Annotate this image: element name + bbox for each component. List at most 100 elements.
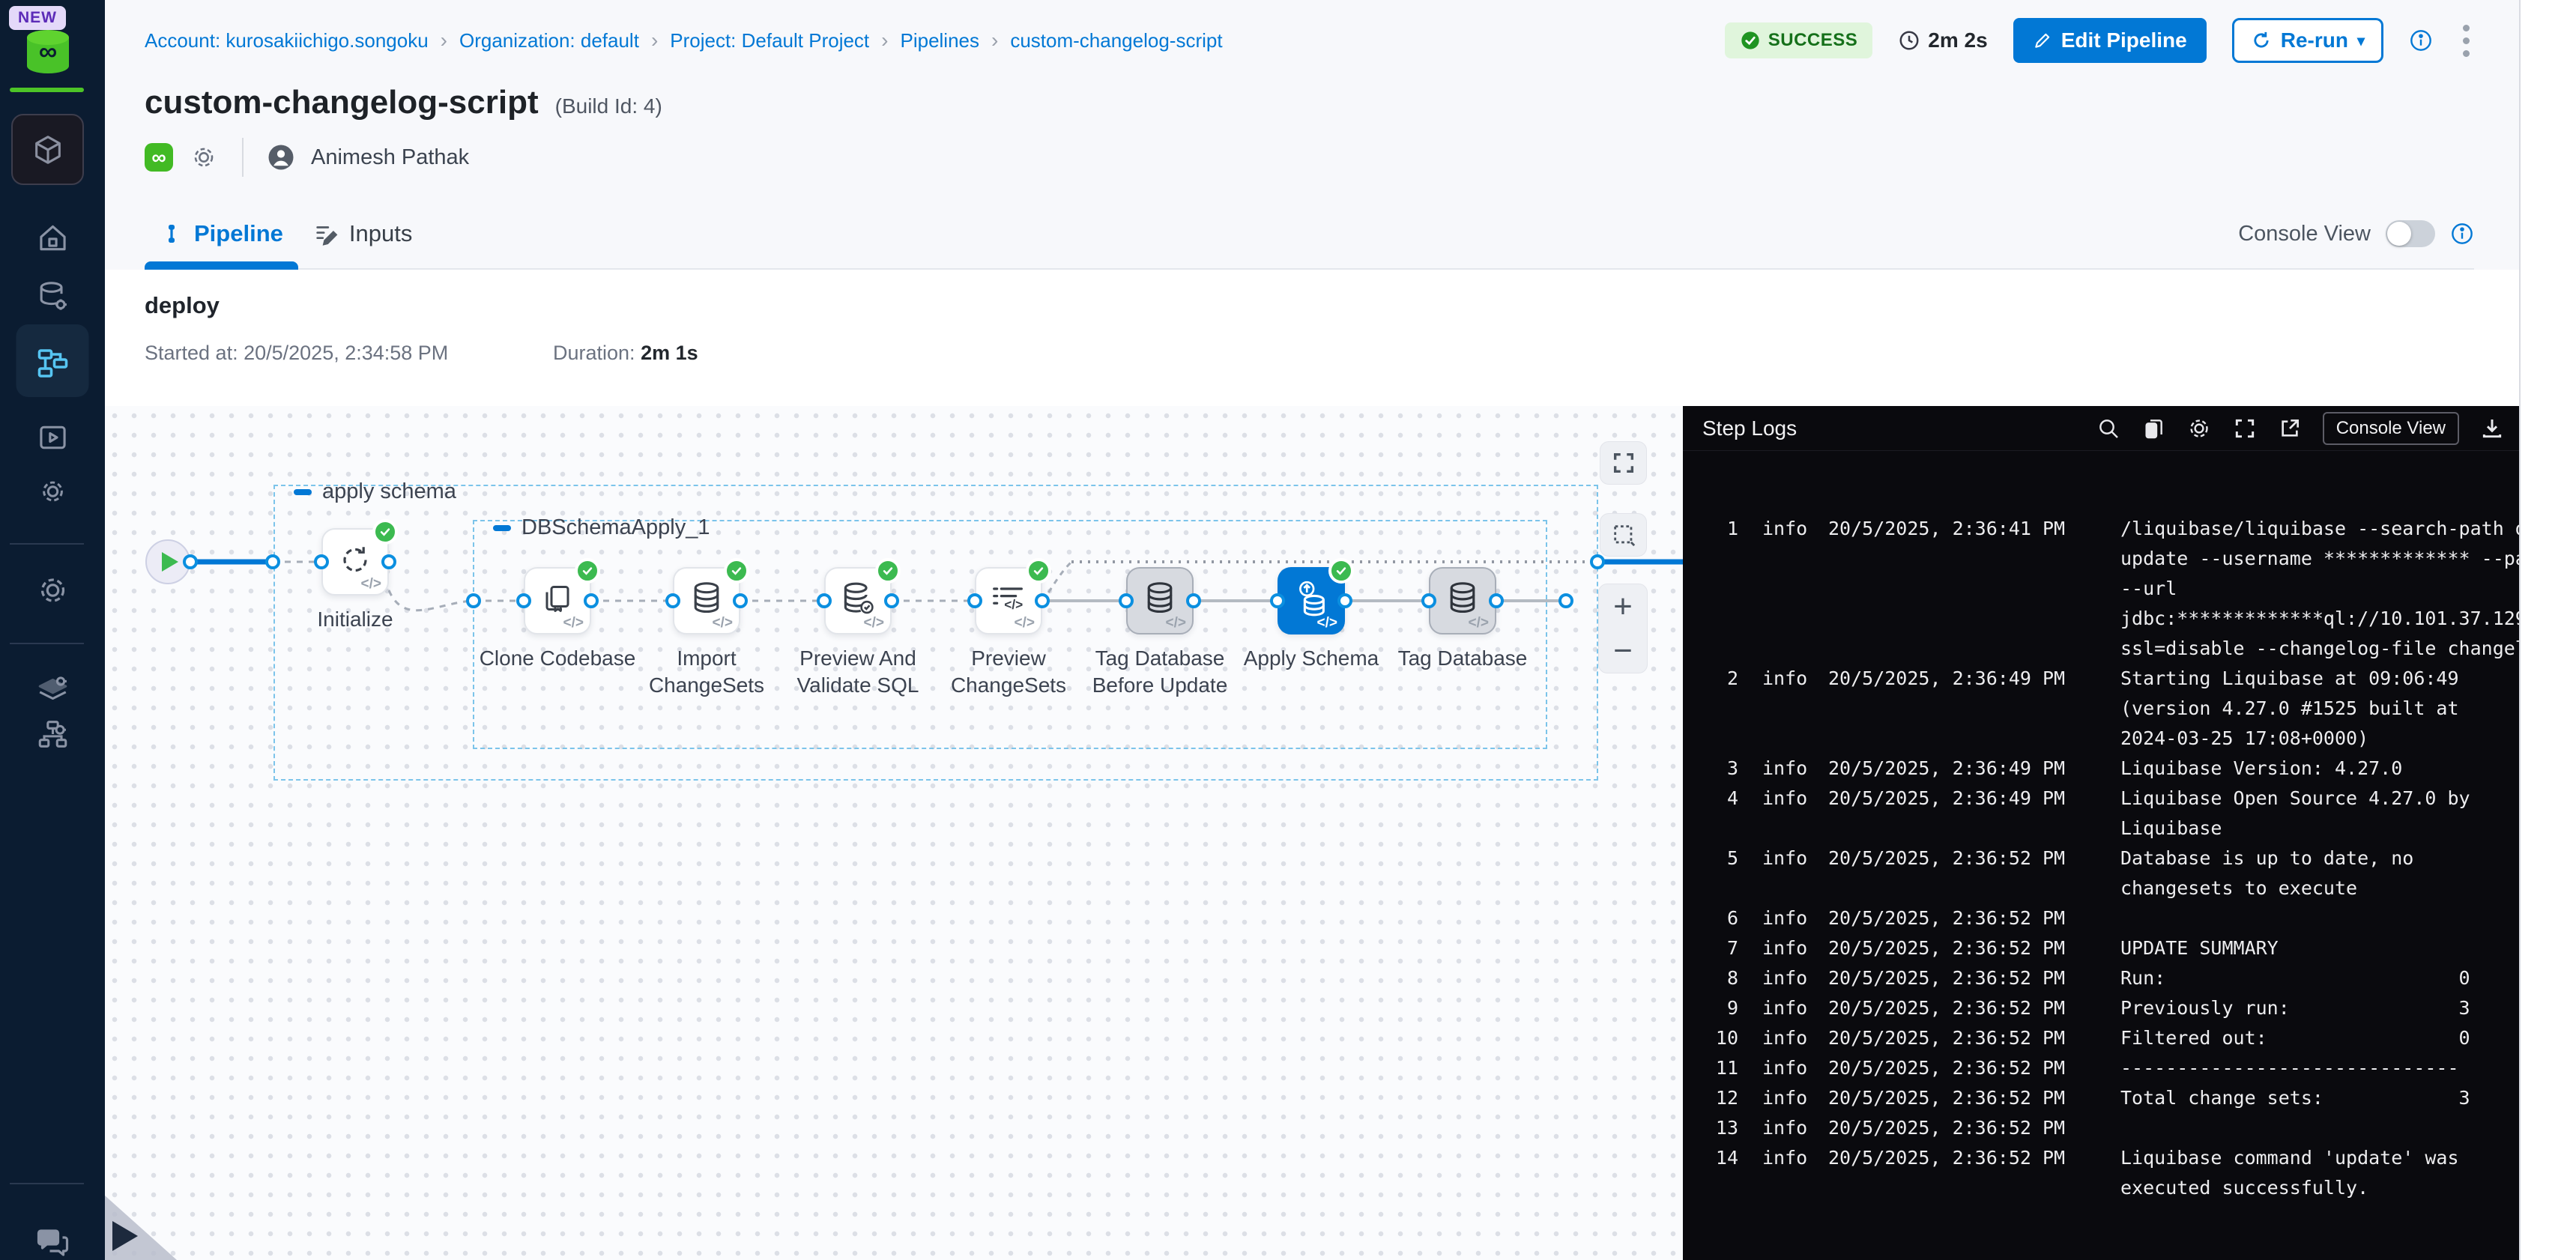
breadcrumb-separator: › [651,28,658,52]
connector-dot[interactable] [817,593,832,608]
log-level: info [1762,903,1828,933]
breadcrumb-item[interactable]: Project: Default Project [670,29,869,52]
harness-database-logo-icon[interactable]: ∞ [24,28,72,75]
layers-gear-icon [35,672,70,706]
connector-dot[interactable] [1270,593,1285,608]
fullscreen-icon[interactable] [2233,417,2257,440]
app-window: NEW ∞ [0,0,2576,1260]
more-options-menu[interactable] [2458,20,2474,61]
gear-icon [34,572,70,608]
log-entry: 12 info 20/5/2025, 2:36:52 PM Total chan… [1683,1083,2519,1113]
expand-panel-arrow[interactable] [112,1221,138,1251]
connector-dot[interactable] [265,554,280,569]
pipeline-step-preview-changesets[interactable]: </> </> [975,567,1042,634]
log-line-number: 9 [1683,993,1738,1023]
pipeline-step-tag-database[interactable]: </> [1429,567,1496,634]
fit-to-screen-button[interactable] [1600,441,1647,485]
connector-dot[interactable] [1558,593,1573,608]
breadcrumb-item[interactable]: Account: kurosakiichigo.songoku [145,29,429,52]
module-selector-button[interactable] [11,114,84,185]
pipeline-settings-gear-icon[interactable] [190,143,218,172]
connector-dot[interactable] [516,593,531,608]
code-icon: </> [1317,615,1337,631]
pipeline-step-initialize[interactable]: </> [321,528,389,596]
connector-dot[interactable] [665,593,680,608]
sidebar-item-settings[interactable] [16,464,89,518]
connector-dot[interactable] [466,593,481,608]
open-in-new-icon[interactable] [2278,417,2302,440]
sidebar-item-home[interactable] [16,211,89,265]
zoom-in-button[interactable]: + [1599,584,1647,629]
code-icon: </> [1166,615,1186,631]
connector-dot[interactable] [314,554,329,569]
connector-dot[interactable] [733,593,748,608]
connector-dot[interactable] [1489,593,1504,608]
connector-dot[interactable] [884,593,899,608]
breadcrumb-item[interactable]: Pipelines [900,29,979,52]
marquee-select-button[interactable] [1600,513,1647,557]
help-chat-button[interactable]: ? [16,1215,89,1260]
tab-inputs[interactable]: Inputs [298,199,427,268]
log-line-number: 13 [1683,1113,1738,1143]
log-timestamp: 20/5/2025, 2:36:52 PM [1828,963,2120,993]
inputs-tab-icon [313,221,339,246]
search-icon[interactable] [2096,417,2120,440]
module-badge-icon: ∞ [145,143,173,172]
pipeline-step-preview-and-validate-sql[interactable]: </> [824,567,892,634]
info-icon[interactable] [2409,28,2433,52]
svg-text:∞: ∞ [39,37,57,66]
sidebar-item-pipelines-active[interactable] [16,324,89,397]
database-gear-icon [35,279,70,314]
step-label: Tag Database [1373,645,1552,672]
sidebar-item-databases[interactable] [16,270,89,324]
right-rail [2519,0,2576,1260]
connector-dot[interactable] [381,554,396,569]
connector-dot[interactable] [183,554,198,569]
pipeline-step-import-changesets[interactable]: </> [673,567,740,634]
tab-pipeline[interactable]: Pipeline [145,199,298,268]
pipeline-canvas[interactable]: apply schema DBSchemaApply_1 [105,406,1683,1260]
zoom-out-button[interactable]: − [1599,629,1647,673]
console-view-toggle[interactable] [2386,220,2435,247]
log-output[interactable]: 1 info 20/5/2025, 2:36:41 PM /liquibase/… [1683,451,2519,1203]
log-line-number: 7 [1683,933,1738,963]
log-message: Previously run: 3 [2120,993,2519,1023]
breadcrumb-separator: › [991,28,998,52]
check-circle-icon [1740,30,1761,51]
connector-dot[interactable] [1337,593,1352,608]
connector-dot[interactable] [584,593,599,608]
breadcrumb-item[interactable]: custom-changelog-script [1010,29,1222,52]
sidebar-item-project-settings[interactable] [16,563,89,617]
sidebar-item-executions[interactable] [16,411,89,464]
rerun-button[interactable]: Re-run ▾ [2232,18,2383,63]
log-settings-gear-icon[interactable] [2186,416,2212,441]
log-entry: 14 info 20/5/2025, 2:36:52 PM Liquibase … [1683,1143,2519,1203]
copy-icon[interactable] [2141,417,2165,440]
connector-dot[interactable] [1421,593,1436,608]
pipeline-step-apply-schema[interactable]: </> [1278,567,1345,634]
log-level: info [1762,933,1828,963]
elapsed-time: 2m 2s [1898,28,1987,52]
pipeline-step-tag-database-before-update[interactable]: </> [1126,567,1194,634]
log-level: info [1762,963,1828,993]
fit-screen-icon [1611,450,1636,476]
download-icon[interactable] [2480,417,2504,440]
connector-dot[interactable] [1035,593,1050,608]
pipeline-step-clone-codebase[interactable]: </> [524,567,591,634]
connector-dot[interactable] [1590,554,1605,569]
console-view-button[interactable]: Console View [2323,412,2459,445]
pipeline-flow-icon [34,343,70,379]
connector-dot[interactable] [967,593,982,608]
edit-pipeline-button[interactable]: Edit Pipeline [2013,18,2207,63]
info-icon[interactable] [2450,222,2474,246]
connector-dot[interactable] [1119,593,1134,608]
log-level: info [1762,1023,1828,1053]
breadcrumb-item[interactable]: Organization: default [459,29,639,52]
breadcrumb-separator: › [881,28,888,52]
sidebar-item-infrastructure[interactable] [16,707,89,761]
code-icon: </> [1469,615,1489,631]
help-chat-icon: ? [34,1224,70,1260]
log-timestamp: 20/5/2025, 2:36:52 PM [1828,903,2120,933]
connector-dot[interactable] [1186,593,1201,608]
log-message: ------------------------------ [2120,1053,2519,1083]
